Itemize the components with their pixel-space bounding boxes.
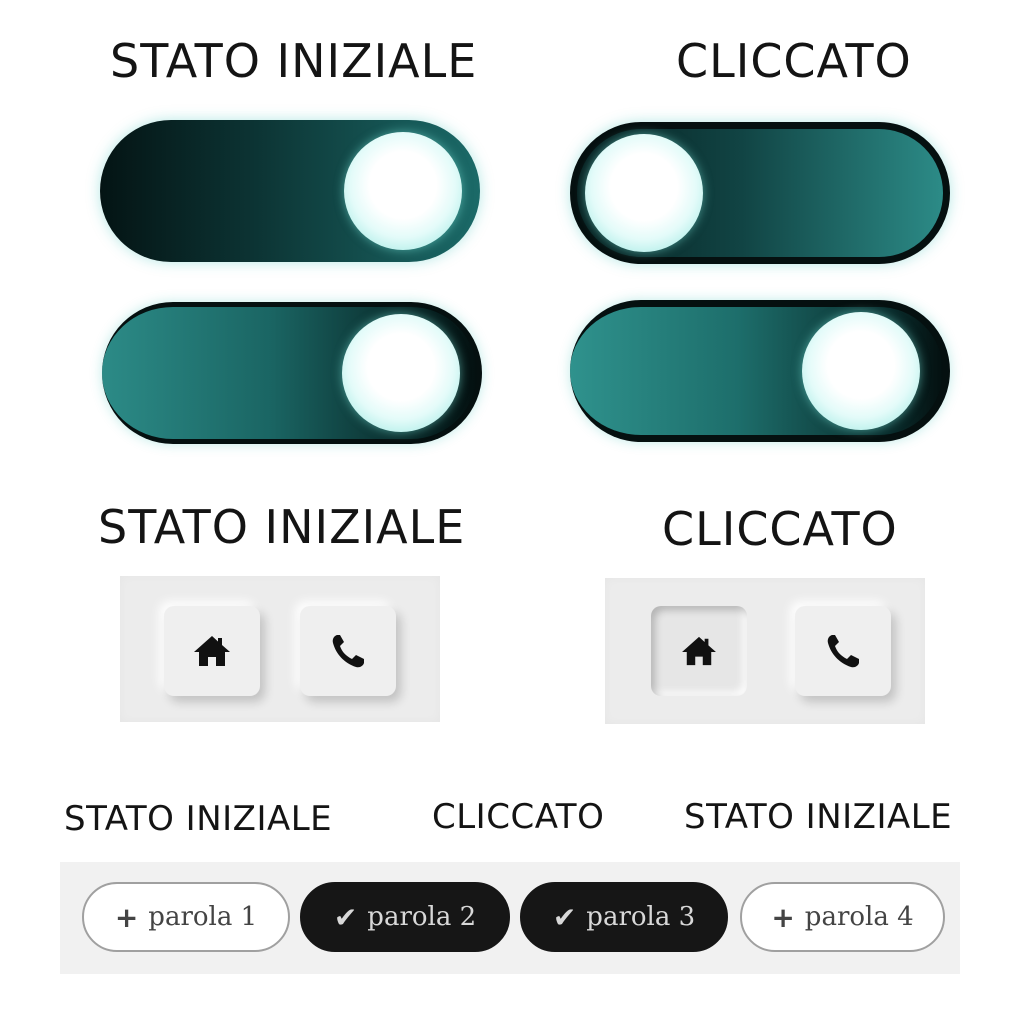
toggle-knob	[344, 132, 462, 250]
chip-parola-1[interactable]: + parola 1	[82, 882, 290, 952]
icon-button-panel-initial	[120, 576, 440, 722]
label-clicked-state: CLICCATO	[432, 797, 605, 837]
home-icon	[682, 636, 716, 666]
plus-icon: +	[771, 900, 795, 934]
toggle-knob	[342, 314, 460, 432]
chip-label: parola 4	[804, 902, 914, 932]
label-initial-state: STATO INIZIALE	[684, 797, 953, 837]
home-button-pressed[interactable]	[651, 606, 747, 696]
toggle-switch-initial-2[interactable]	[102, 302, 482, 444]
toggle-knob	[585, 134, 703, 252]
label-initial-state: STATO INIZIALE	[64, 799, 333, 839]
phone-button[interactable]	[795, 606, 891, 696]
home-icon	[194, 636, 230, 666]
toggle-switch-clicked-1[interactable]	[570, 122, 950, 264]
chip-parola-2[interactable]: ✔ parola 2	[300, 882, 510, 952]
chip-label: parola 2	[367, 902, 477, 932]
chip-label: parola 1	[148, 902, 258, 932]
icon-button-panel-clicked	[605, 578, 925, 724]
chip-parola-3[interactable]: ✔ parola 3	[520, 882, 728, 952]
plus-icon: +	[114, 900, 139, 934]
toggle-switch-initial-1[interactable]	[100, 120, 480, 262]
label-clicked-state: CLICCATO	[676, 34, 912, 88]
phone-icon	[827, 635, 859, 668]
phone-icon	[332, 635, 364, 668]
check-icon: ✔	[333, 900, 358, 934]
label-initial-state: STATO INIZIALE	[98, 500, 466, 554]
label-clicked-state: CLICCATO	[662, 502, 898, 556]
home-button[interactable]	[164, 606, 260, 696]
chip-parola-4[interactable]: + parola 4	[740, 882, 945, 952]
toggle-knob	[802, 312, 920, 430]
toggle-switch-clicked-2[interactable]	[570, 300, 950, 442]
check-icon: ✔	[552, 900, 577, 934]
chip-group: + parola 1 ✔ parola 2 ✔ parola 3 + parol…	[60, 862, 960, 974]
label-initial-state: STATO INIZIALE	[110, 34, 478, 88]
phone-button[interactable]	[300, 606, 396, 696]
chip-label: parola 3	[586, 902, 696, 932]
